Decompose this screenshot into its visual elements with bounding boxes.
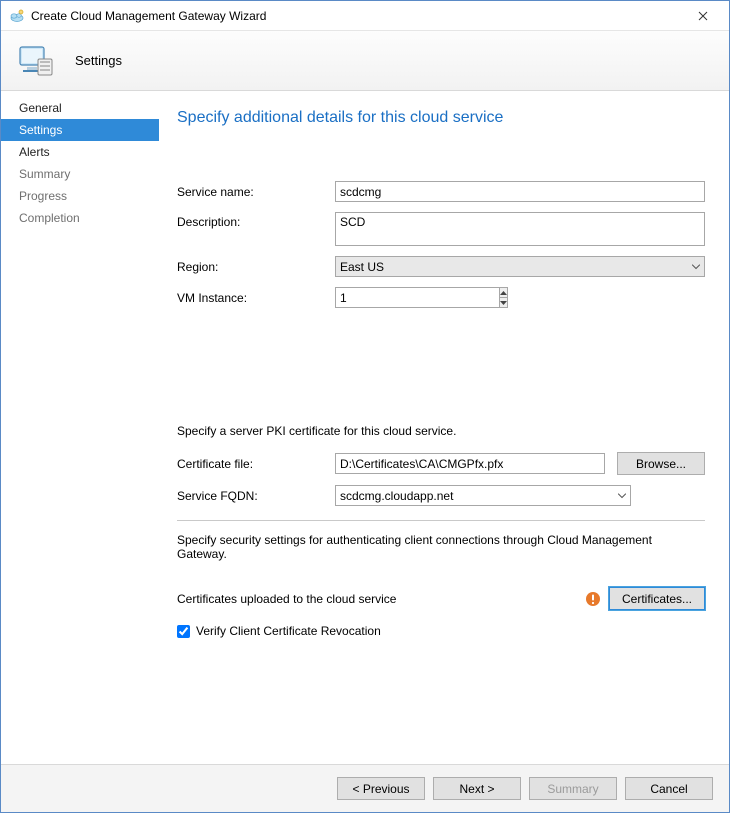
chevron-down-icon [692, 264, 700, 269]
verify-crl-row[interactable]: Verify Client Certificate Revocation [177, 624, 705, 638]
wizard-body: General Settings Alerts Summary Progress… [1, 91, 729, 764]
browse-button[interactable]: Browse... [617, 452, 705, 475]
wizard-main: Specify additional details for this clou… [159, 91, 729, 764]
window-title: Create Cloud Management Gateway Wizard [31, 9, 683, 23]
previous-button[interactable]: < Previous [337, 777, 425, 800]
chevron-down-icon [618, 493, 626, 498]
sidebar-item-settings[interactable]: Settings [1, 119, 159, 141]
warning-icon [585, 591, 601, 607]
wizard-footer: < Previous Next > Summary Cancel [1, 764, 729, 812]
close-button[interactable] [683, 2, 723, 30]
sidebar-item-general[interactable]: General [1, 97, 159, 119]
security-section-text: Specify security settings for authentica… [177, 533, 705, 561]
certificate-file-label: Certificate file: [177, 457, 335, 471]
sidebar-item-completion[interactable]: Completion [1, 207, 159, 229]
service-fqdn-select[interactable]: scdcmg.cloudapp.net [335, 485, 631, 506]
service-fqdn-label: Service FQDN: [177, 489, 335, 503]
certs-uploaded-label: Certificates uploaded to the cloud servi… [177, 592, 396, 606]
header-label: Settings [75, 53, 122, 68]
wizard-sidebar: General Settings Alerts Summary Progress… [1, 91, 159, 764]
computer-icon [15, 41, 55, 81]
next-button[interactable]: Next > [433, 777, 521, 800]
verify-crl-checkbox[interactable] [177, 625, 190, 638]
verify-crl-label: Verify Client Certificate Revocation [196, 624, 381, 638]
certificate-file-input[interactable] [335, 453, 605, 474]
vm-instance-spinner[interactable] [335, 287, 463, 308]
service-fqdn-value: scdcmg.cloudapp.net [340, 489, 453, 503]
divider [177, 520, 705, 521]
service-name-input[interactable] [335, 181, 705, 202]
service-name-label: Service name: [177, 185, 335, 199]
summary-button: Summary [529, 777, 617, 800]
vm-instance-input[interactable] [335, 287, 499, 308]
region-label: Region: [177, 260, 335, 274]
certificates-button[interactable]: Certificates... [609, 587, 705, 610]
sidebar-item-alerts[interactable]: Alerts [1, 141, 159, 163]
page-title: Specify additional details for this clou… [177, 109, 705, 127]
pki-section-text: Specify a server PKI certificate for thi… [177, 424, 705, 438]
description-label: Description: [177, 212, 335, 229]
region-select[interactable]: East US [335, 256, 705, 277]
vm-instance-label: VM Instance: [177, 291, 335, 305]
wizard-window: Create Cloud Management Gateway Wizard S… [0, 0, 730, 813]
description-input[interactable] [335, 212, 705, 246]
sidebar-item-summary[interactable]: Summary [1, 163, 159, 185]
cancel-button[interactable]: Cancel [625, 777, 713, 800]
sidebar-item-progress[interactable]: Progress [1, 185, 159, 207]
cloud-icon [9, 8, 25, 24]
titlebar: Create Cloud Management Gateway Wizard [1, 1, 729, 31]
spinner-up-button[interactable] [500, 288, 507, 298]
spinner-down-button[interactable] [500, 298, 507, 307]
region-value: East US [340, 260, 384, 274]
header-strip: Settings [1, 31, 729, 91]
